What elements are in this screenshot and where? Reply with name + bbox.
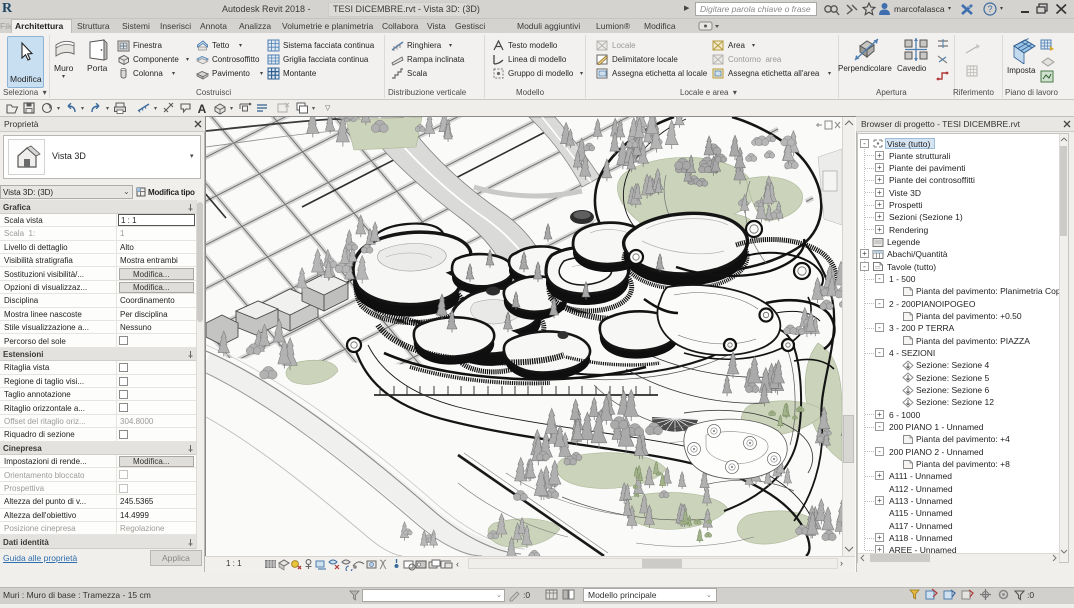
svg-text:?: ?	[987, 4, 992, 14]
svg-text:A: A	[198, 102, 207, 115]
